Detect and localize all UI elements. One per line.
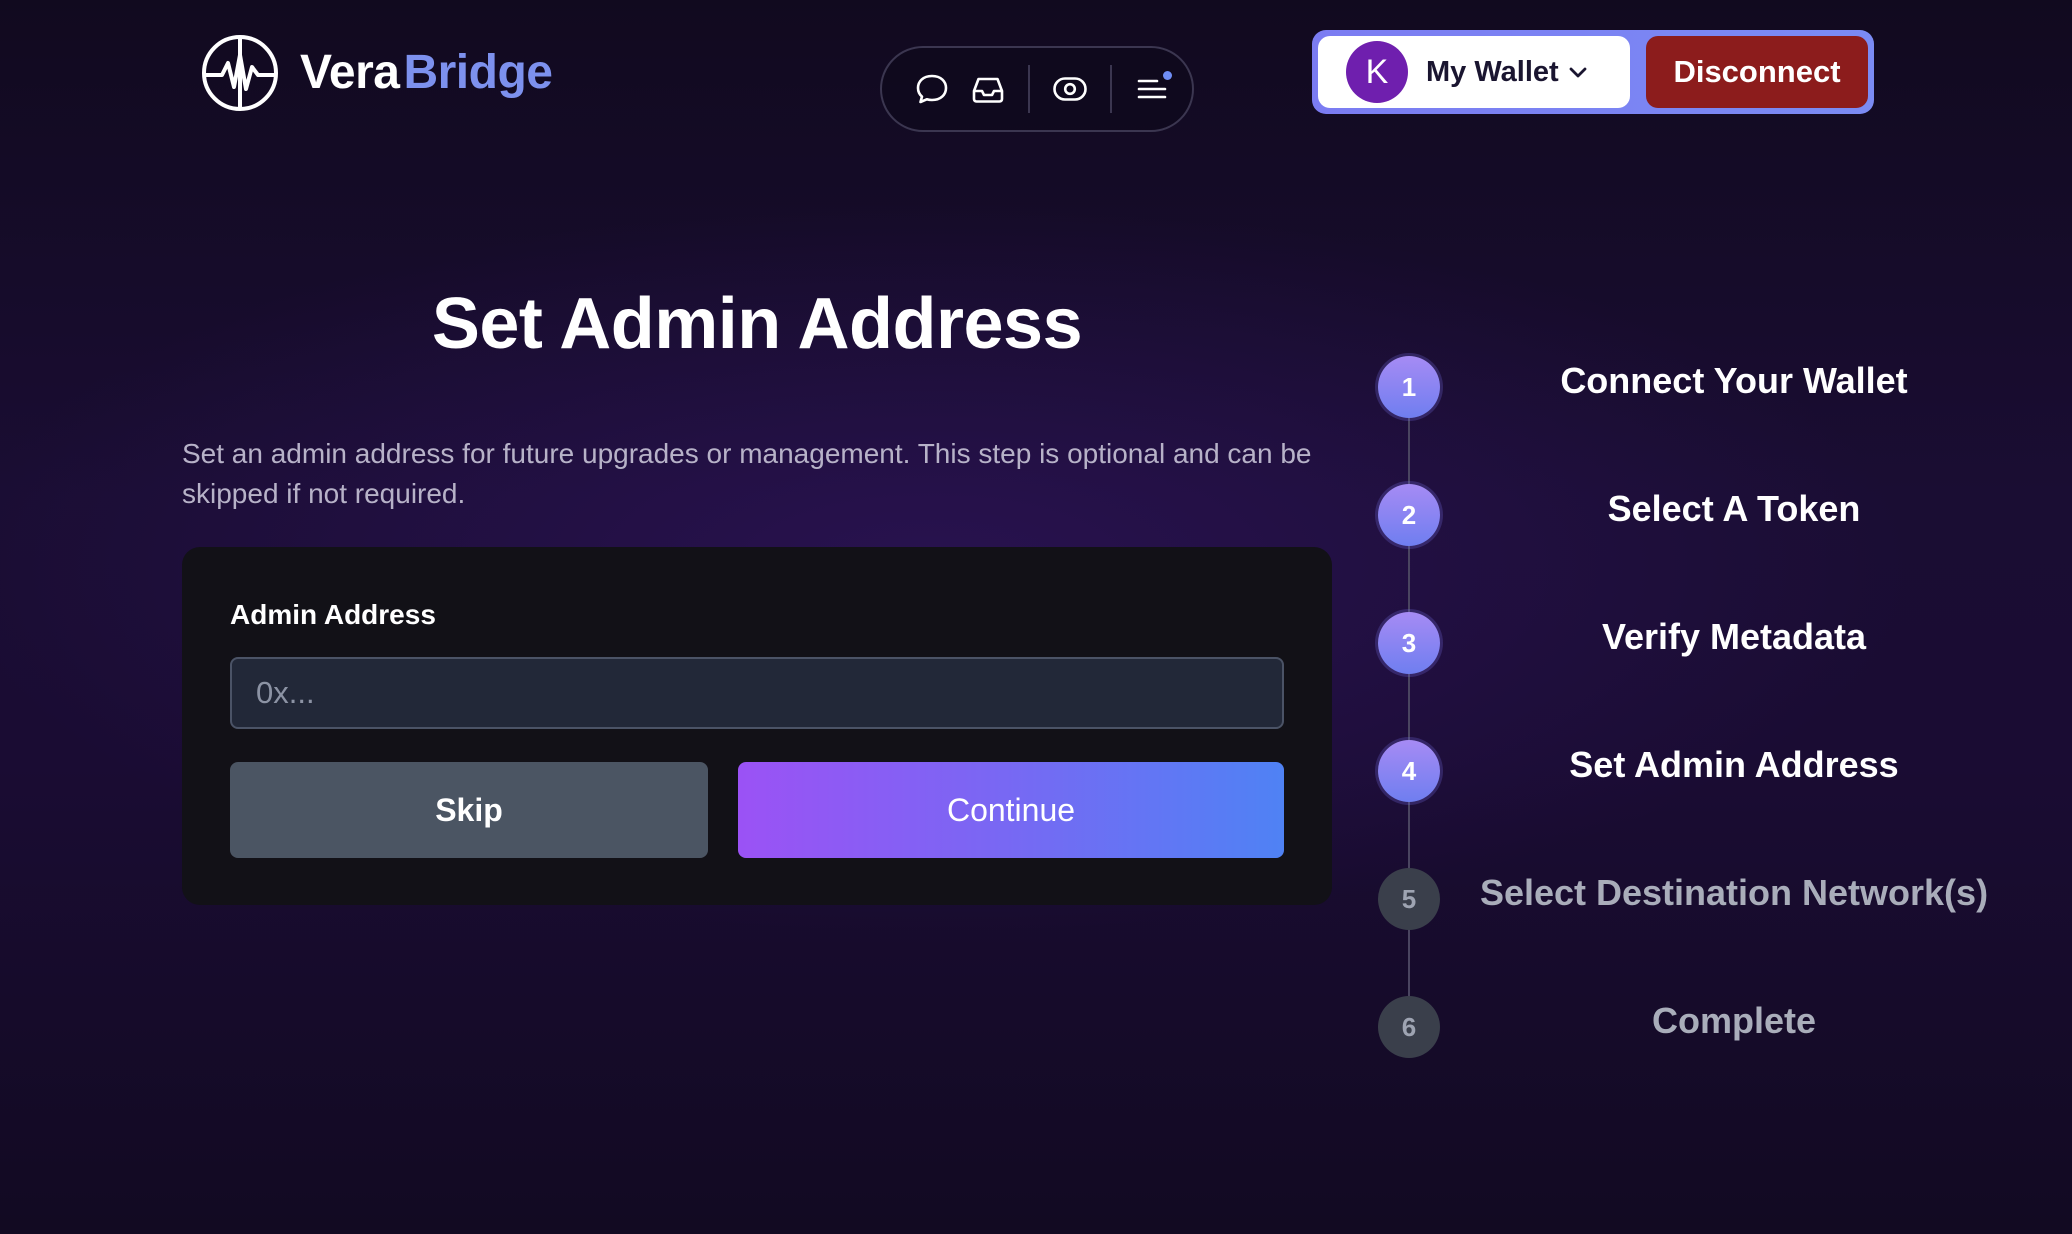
step-number: 4 — [1378, 740, 1440, 802]
nav-divider — [1028, 65, 1030, 113]
page-description: Set an admin address for future upgrades… — [182, 438, 1312, 509]
admin-address-label: Admin Address — [230, 599, 436, 630]
nav-divider — [1110, 65, 1112, 113]
step-number: 2 — [1378, 484, 1440, 546]
step-label: Set Admin Address — [1569, 744, 1899, 785]
step-select-token: 2 Select A Token — [1378, 484, 2018, 548]
step-set-admin-address: 4 Set Admin Address — [1378, 740, 2018, 804]
eye-toggle-icon[interactable] — [1042, 61, 1098, 117]
logo-text-bridge: Bridge — [403, 46, 553, 99]
step-label: Complete — [1651, 1000, 1817, 1041]
chat-bubble-icon[interactable] — [904, 61, 960, 117]
disconnect-button[interactable]: Disconnect — [1646, 36, 1868, 108]
step-verify-metadata: 3 Verify Metadata — [1378, 612, 2018, 676]
pulse-globe-icon — [200, 33, 280, 113]
wallet-controls: K My Wallet Disconnect — [1312, 30, 1874, 114]
inbox-icon[interactable] — [960, 61, 1016, 117]
step-number: 3 — [1378, 612, 1440, 674]
brand-logo[interactable]: VeraBridge — [200, 32, 553, 114]
page-title: Set Admin Address — [431, 284, 1083, 364]
nav-toolbar — [880, 46, 1194, 132]
step-label: Select A Token — [1607, 488, 1861, 529]
wallet-label: My Wallet — [1426, 55, 1559, 88]
step-number: 5 — [1378, 868, 1440, 930]
progress-stepper: 1 Connect Your Wallet 2 Select A Token 3… — [1378, 356, 2018, 1060]
step-label: Connect Your Wallet — [1560, 360, 1908, 401]
logo-wordmark: VeraBridge — [300, 46, 553, 99]
wallet-button[interactable]: K My Wallet — [1318, 36, 1630, 108]
step-label: Verify Metadata — [1601, 616, 1867, 657]
notification-dot — [1163, 71, 1172, 80]
chevron-down-icon — [1567, 61, 1589, 83]
admin-form-card: Admin Address Skip Continue — [182, 547, 1332, 905]
continue-button[interactable]: Continue — [738, 762, 1284, 858]
step-number: 6 — [1378, 996, 1440, 1058]
avatar: K — [1346, 41, 1408, 103]
step-number: 1 — [1378, 356, 1440, 418]
admin-address-input[interactable] — [230, 657, 1284, 729]
step-label: Select Destination Network(s) — [1479, 872, 1989, 913]
skip-button[interactable]: Skip — [230, 762, 708, 858]
logo-text-vera: Vera — [300, 46, 400, 99]
step-complete: 6 Complete — [1378, 996, 2018, 1060]
step-select-destination: 5 Select Destination Network(s) — [1378, 868, 2018, 932]
menu-icon[interactable] — [1124, 61, 1180, 117]
step-connect-wallet: 1 Connect Your Wallet — [1378, 356, 2018, 420]
